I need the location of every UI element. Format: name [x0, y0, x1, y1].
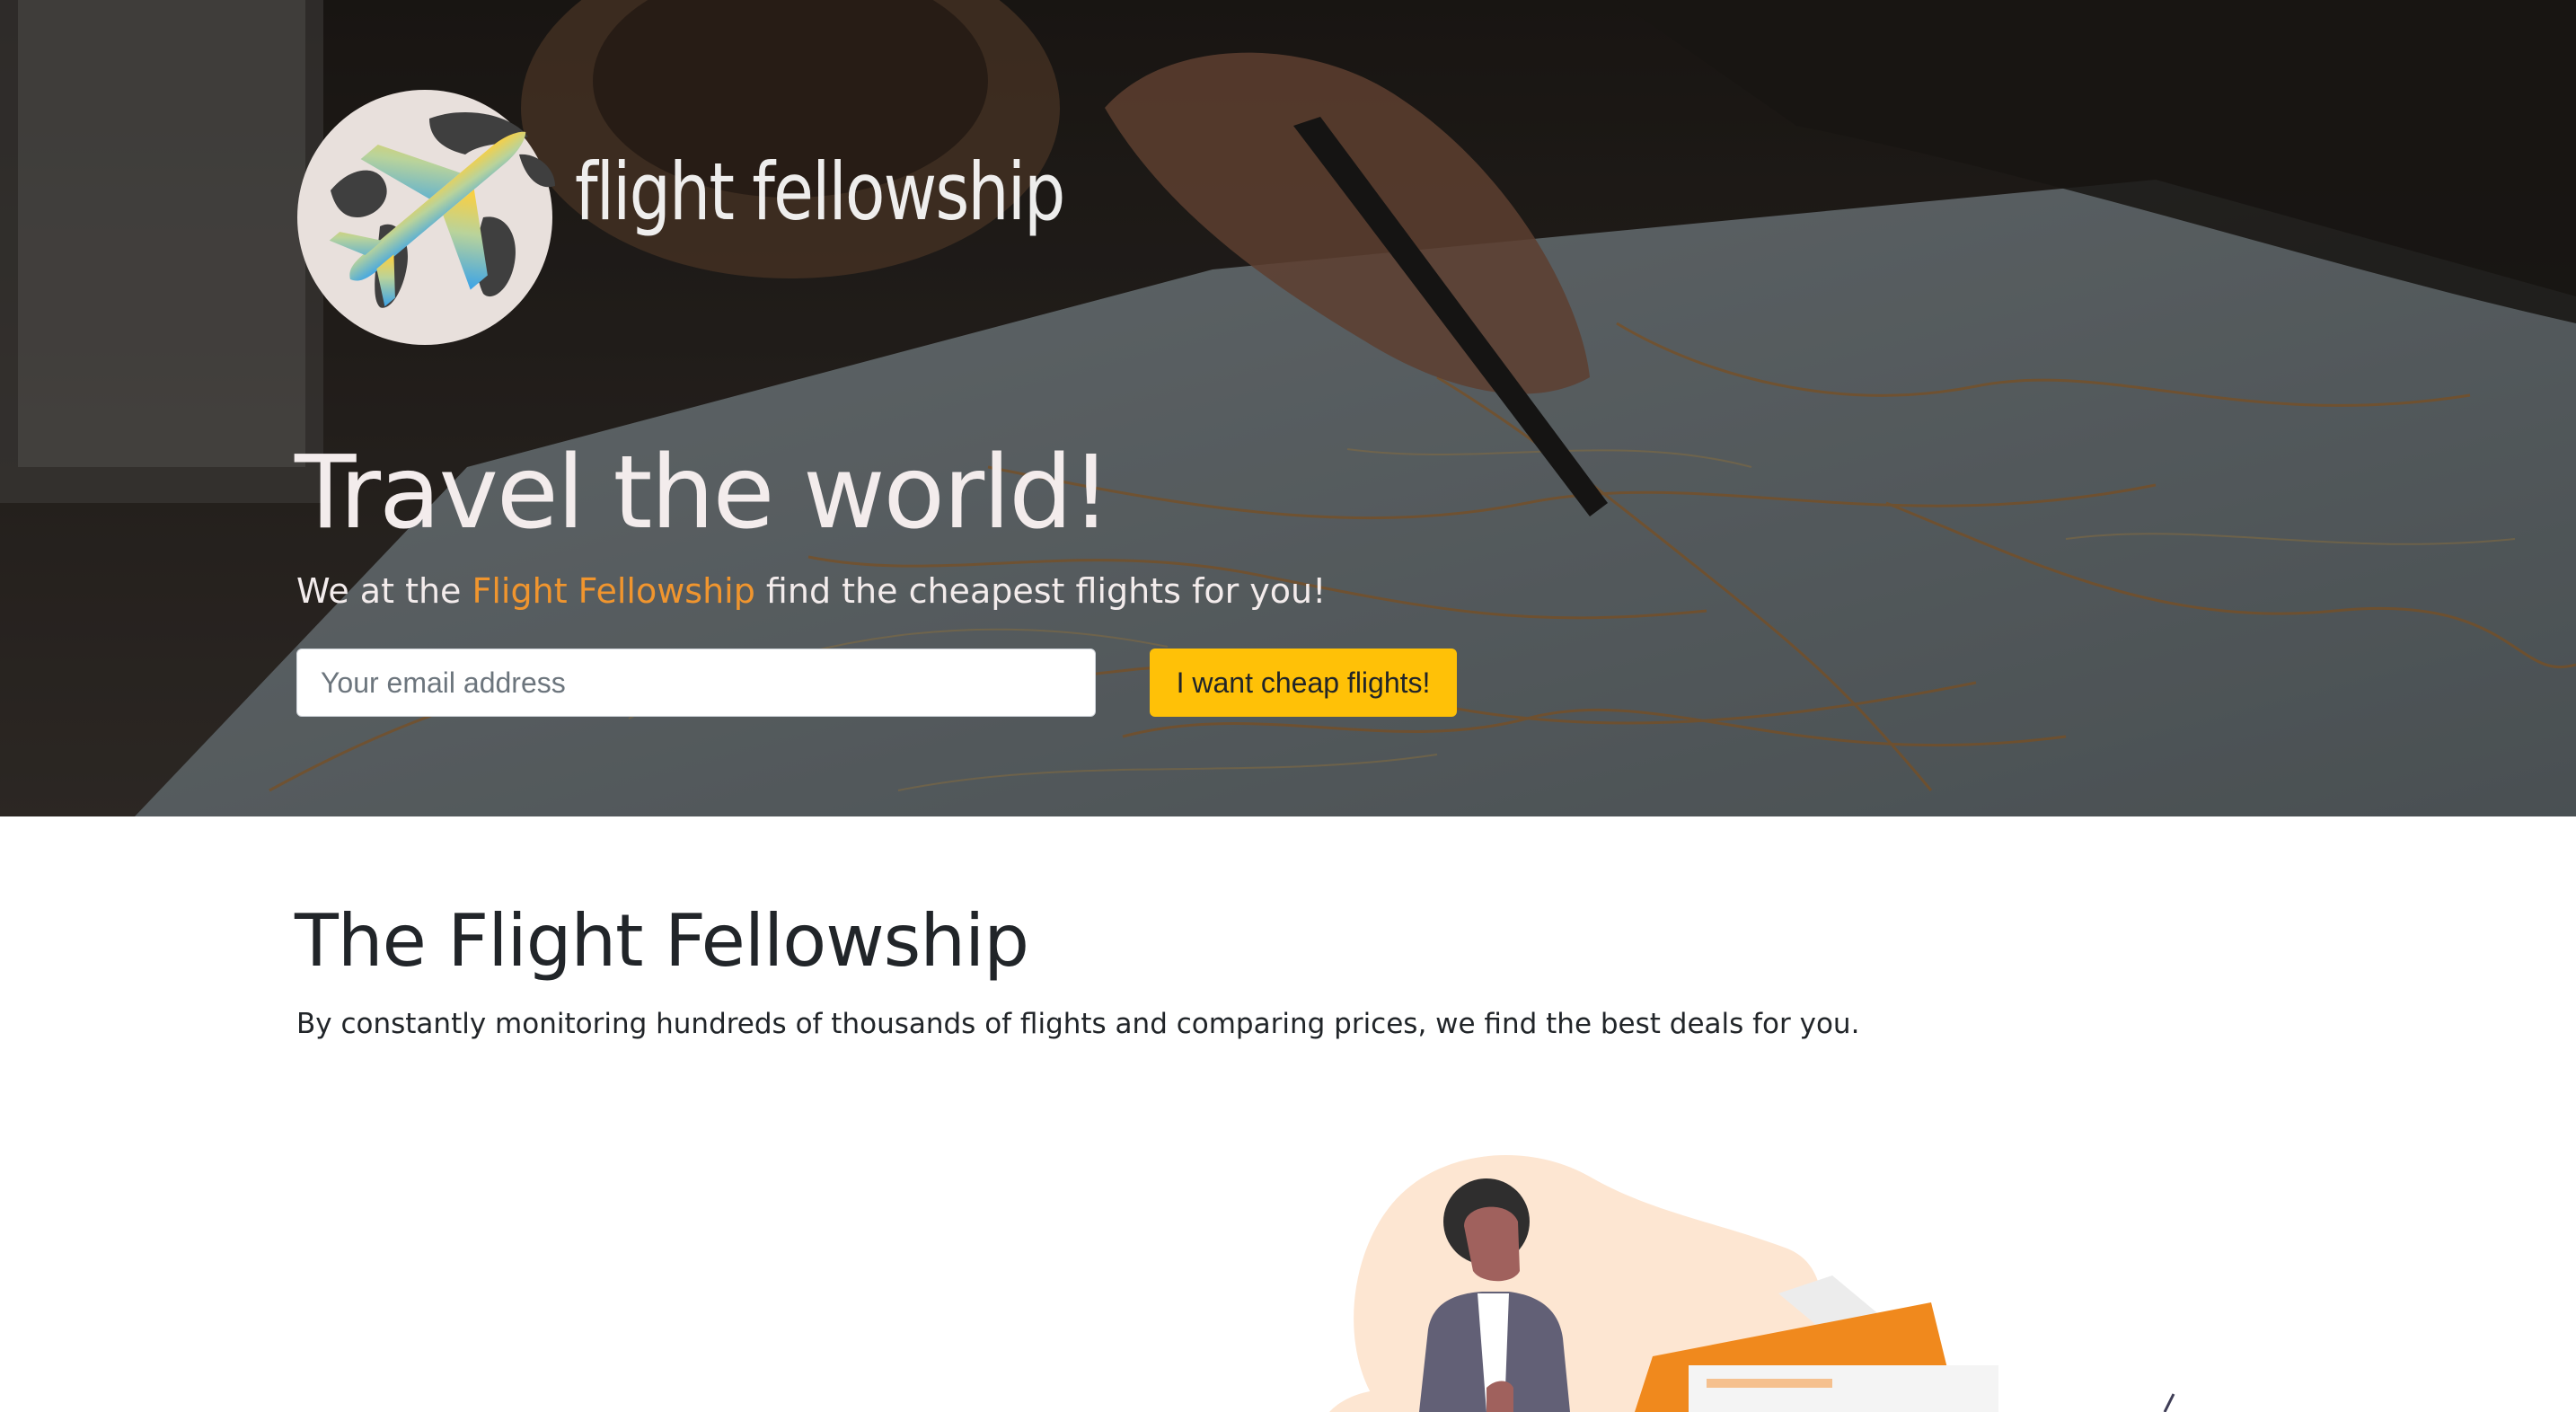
- globe-airplane-logo[interactable]: [295, 83, 564, 352]
- cheap-flights-button[interactable]: I want cheap flights!: [1150, 649, 1457, 717]
- brand-wordmark[interactable]: flight fellowship: [575, 153, 1065, 232]
- about-title: The Flight Fellowship: [295, 899, 1029, 983]
- hero-subtitle-brand: Flight Fellowship: [472, 571, 755, 611]
- hero-subtitle: We at the Flight Fellowship find the che…: [296, 571, 1326, 613]
- hero-subtitle-prefix: We at the: [296, 571, 472, 611]
- hero-subtitle-suffix: find the cheapest flights for you!: [754, 571, 1327, 611]
- email-input[interactable]: [296, 649, 1096, 717]
- hero-section: flight fellowship Travel the world! We a…: [0, 0, 2576, 816]
- about-description: By constantly monitoring hundreds of tho…: [296, 1008, 1860, 1040]
- traveler-illustration: [1329, 1155, 2175, 1412]
- hero-title: Travel the world!: [295, 435, 1111, 552]
